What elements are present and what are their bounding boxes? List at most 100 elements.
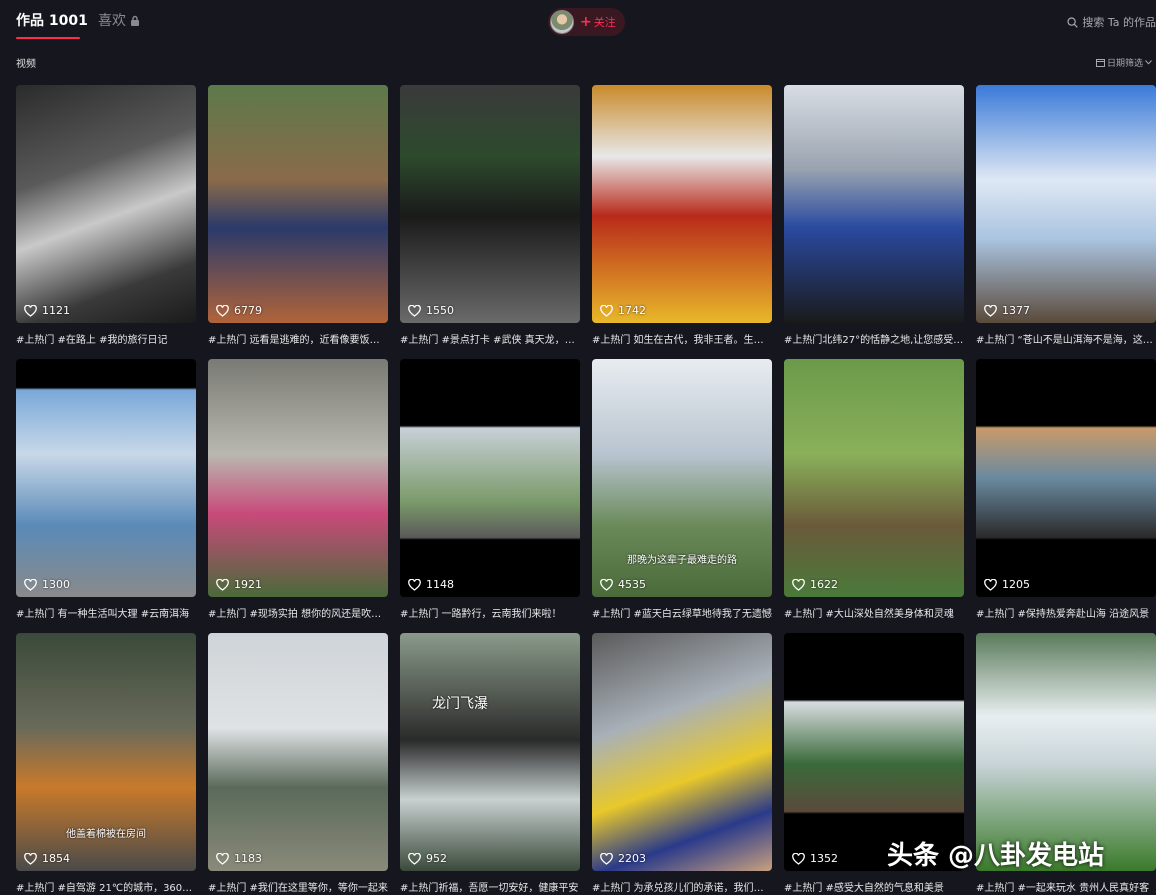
like-count-value: 1854 [42, 852, 70, 865]
lock-icon [131, 15, 139, 26]
video-caption[interactable]: #上热门 #保持热爱奔赴山海 沿途风景 [976, 605, 1156, 620]
video-caption[interactable]: #上热门 #在路上 #我的旅行日记 [16, 331, 196, 346]
heart-icon [408, 852, 421, 865]
video-caption[interactable]: #上热门 如生在古代，我非王者。生在今朝，我是凡人 [592, 331, 772, 346]
video-caption[interactable]: #上热门 #自驾游 21℃的城市，360°的风景 [16, 879, 196, 894]
video-caption[interactable]: #上热门 #我们在这里等你，等你一起来 [208, 879, 388, 894]
like-count: 1921 [216, 578, 262, 591]
heart-icon [216, 852, 229, 865]
video-card[interactable]: 1550 #上热门 #景点打卡 #武侠 真天龙，真八部 [400, 85, 580, 347]
video-thumbnail[interactable]: 龙门飞瀑 952 [400, 633, 580, 871]
video-caption[interactable]: #上热门 #景点打卡 #武侠 真天龙，真八部 [400, 331, 580, 346]
video-caption[interactable]: #上热门 为承兑孩儿们的承诺，我们出发 [592, 879, 772, 894]
video-caption[interactable]: #上热门 有一种生活叫大理 #云南洱海 [16, 605, 196, 620]
video-thumbnail[interactable]: 2203 [592, 633, 772, 871]
heart-icon [984, 578, 997, 591]
video-card[interactable]: 2203 #上热门 为承兑孩儿们的承诺，我们出发 [592, 633, 772, 895]
profile-tabs-bar: 作品 1001 喜欢 + 关注 搜索 Ta 的作品 [0, 0, 1156, 44]
heart-icon [24, 578, 37, 591]
like-count-value: 1921 [234, 578, 262, 591]
like-count: 6779 [216, 304, 262, 317]
video-thumbnail[interactable]: 1183 [208, 633, 388, 871]
video-card[interactable]: 1742 #上热门 如生在古代，我非王者。生在今朝，我是凡人 [592, 85, 772, 347]
video-thumbnail[interactable]: 他盖着棉被在房间 1854 [16, 633, 196, 871]
like-count-value: 1148 [426, 578, 454, 591]
video-thumbnail[interactable]: 1205 [976, 359, 1156, 597]
chevron-down-icon [1145, 60, 1152, 65]
like-count-value: 2203 [618, 852, 646, 865]
video-card[interactable]: 6779 #上热门 远看是逃难的，近看像要饭的，原来是去旅游的 [208, 85, 388, 347]
like-count: 1550 [408, 304, 454, 317]
calendar-icon [1095, 59, 1105, 67]
heart-icon [792, 578, 805, 591]
video-card[interactable]: 1183 #上热门 #我们在这里等你，等你一起来 [208, 633, 388, 895]
video-overlay-text: 那晚为这辈子最难走的路 [627, 555, 737, 566]
video-caption[interactable]: #上热门 #大山深处自然美身体和灵魂 [784, 605, 964, 620]
heart-icon [984, 304, 997, 317]
video-caption[interactable]: #上热门 #蓝天白云绿草地待我了无遗憾 [592, 605, 772, 620]
search-icon [1067, 16, 1079, 28]
video-caption[interactable]: #上热门 “苍山不是山洱海不是海，这不是 [976, 331, 1156, 346]
video-caption[interactable]: #上热门 一路黔行，云南我们来啦！ [400, 605, 580, 620]
video-thumbnail[interactable]: 1742 [592, 85, 772, 323]
video-card[interactable]: 他盖着棉被在房间 1854 #上热门 #自驾游 21℃的城市，360°的风景 [16, 633, 196, 895]
like-count-value: 1205 [1002, 578, 1030, 591]
video-thumbnail[interactable]: 那晚为这辈子最难走的路 4535 [592, 359, 772, 597]
like-count: 1622 [792, 578, 838, 591]
video-caption[interactable]: #上热门 #一起来玩水 贵州人民真好客 [976, 879, 1156, 894]
video-card[interactable]: #上热门北纬27°的恬静之地,让您感受不一样的 [784, 85, 964, 347]
plus-icon: + [580, 14, 592, 30]
video-card[interactable]: 1205 #上热门 #保持热爱奔赴山海 沿途风景 [976, 359, 1156, 621]
video-card[interactable]: 1148 #上热门 一路黔行，云南我们来啦！ [400, 359, 580, 621]
like-count-value: 1622 [810, 578, 838, 591]
like-count-value: 1742 [618, 304, 646, 317]
heart-icon [600, 578, 613, 591]
video-thumbnail[interactable]: 1921 [208, 359, 388, 597]
heart-icon [408, 304, 421, 317]
video-card[interactable]: 那晚为这辈子最难走的路 4535 #上热门 #蓝天白云绿草地待我了无遗憾 [592, 359, 772, 621]
video-thumbnail[interactable] [784, 85, 964, 323]
video-caption[interactable]: #上热门 远看是逃难的，近看像要饭的，原来是去旅游的 [208, 331, 388, 346]
video-overlay-text: 龙门飞瀑 [432, 696, 488, 712]
video-thumbnail[interactable]: 1377 [976, 85, 1156, 323]
like-count-value: 1377 [1002, 304, 1030, 317]
video-thumbnail[interactable]: 1550 [400, 85, 580, 323]
tab-works[interactable]: 作品 1001 [16, 10, 88, 30]
watermark: 头条 @八卦发电站 [887, 841, 1105, 871]
heart-icon [24, 852, 37, 865]
like-count: 4535 [600, 578, 646, 591]
video-card[interactable]: 龙门飞瀑 952 #上热门祈福，吾愿一切安好，健康平安 [400, 633, 580, 895]
avatar[interactable] [550, 10, 574, 34]
video-caption[interactable]: #上热门祈福，吾愿一切安好，健康平安 [400, 879, 580, 894]
video-thumbnail[interactable]: 6779 [208, 85, 388, 323]
follow-button[interactable]: + 关注 [580, 14, 616, 30]
video-thumbnail[interactable]: 1622 [784, 359, 964, 597]
search-works[interactable]: 搜索 Ta 的作品 [1067, 14, 1156, 30]
like-count: 1377 [984, 304, 1030, 317]
like-count-value: 1121 [42, 304, 70, 317]
video-card[interactable]: 1921 #上热门 #现场实拍 想你的风还是吹到了石林 [208, 359, 388, 621]
video-caption[interactable]: #上热门 #感受大自然的气息和美景 [784, 879, 964, 894]
date-filter-label: 日期筛选 [1106, 59, 1143, 69]
video-caption[interactable]: #上热门北纬27°的恬静之地,让您感受不一样的 [784, 331, 964, 346]
like-count: 1854 [24, 852, 70, 865]
like-count: 1205 [984, 578, 1030, 591]
video-card[interactable]: 1300 #上热门 有一种生活叫大理 #云南洱海 [16, 359, 196, 621]
video-thumbnail[interactable]: 1300 [16, 359, 196, 597]
video-thumbnail[interactable]: 1121 [16, 85, 196, 323]
video-caption[interactable]: #上热门 #现场实拍 想你的风还是吹到了石林 [208, 605, 388, 620]
like-count: 1352 [792, 852, 838, 865]
follow-pill: + 关注 [548, 8, 625, 36]
like-count: 1148 [408, 578, 454, 591]
like-count: 1183 [216, 852, 262, 865]
heart-icon [792, 852, 805, 865]
video-card[interactable]: 1377 #上热门 “苍山不是山洱海不是海，这不是 [976, 85, 1156, 347]
tab-likes[interactable]: 喜欢 [98, 10, 140, 30]
video-thumbnail[interactable]: 1148 [400, 359, 580, 597]
like-count-value: 1183 [234, 852, 262, 865]
date-filter[interactable]: 日期筛选 [1095, 56, 1152, 69]
like-count: 1300 [24, 578, 70, 591]
video-card[interactable]: 1121 #上热门 #在路上 #我的旅行日记 [16, 85, 196, 347]
tab-likes-label: 喜欢 [98, 13, 126, 29]
video-card[interactable]: 1622 #上热门 #大山深处自然美身体和灵魂 [784, 359, 964, 621]
